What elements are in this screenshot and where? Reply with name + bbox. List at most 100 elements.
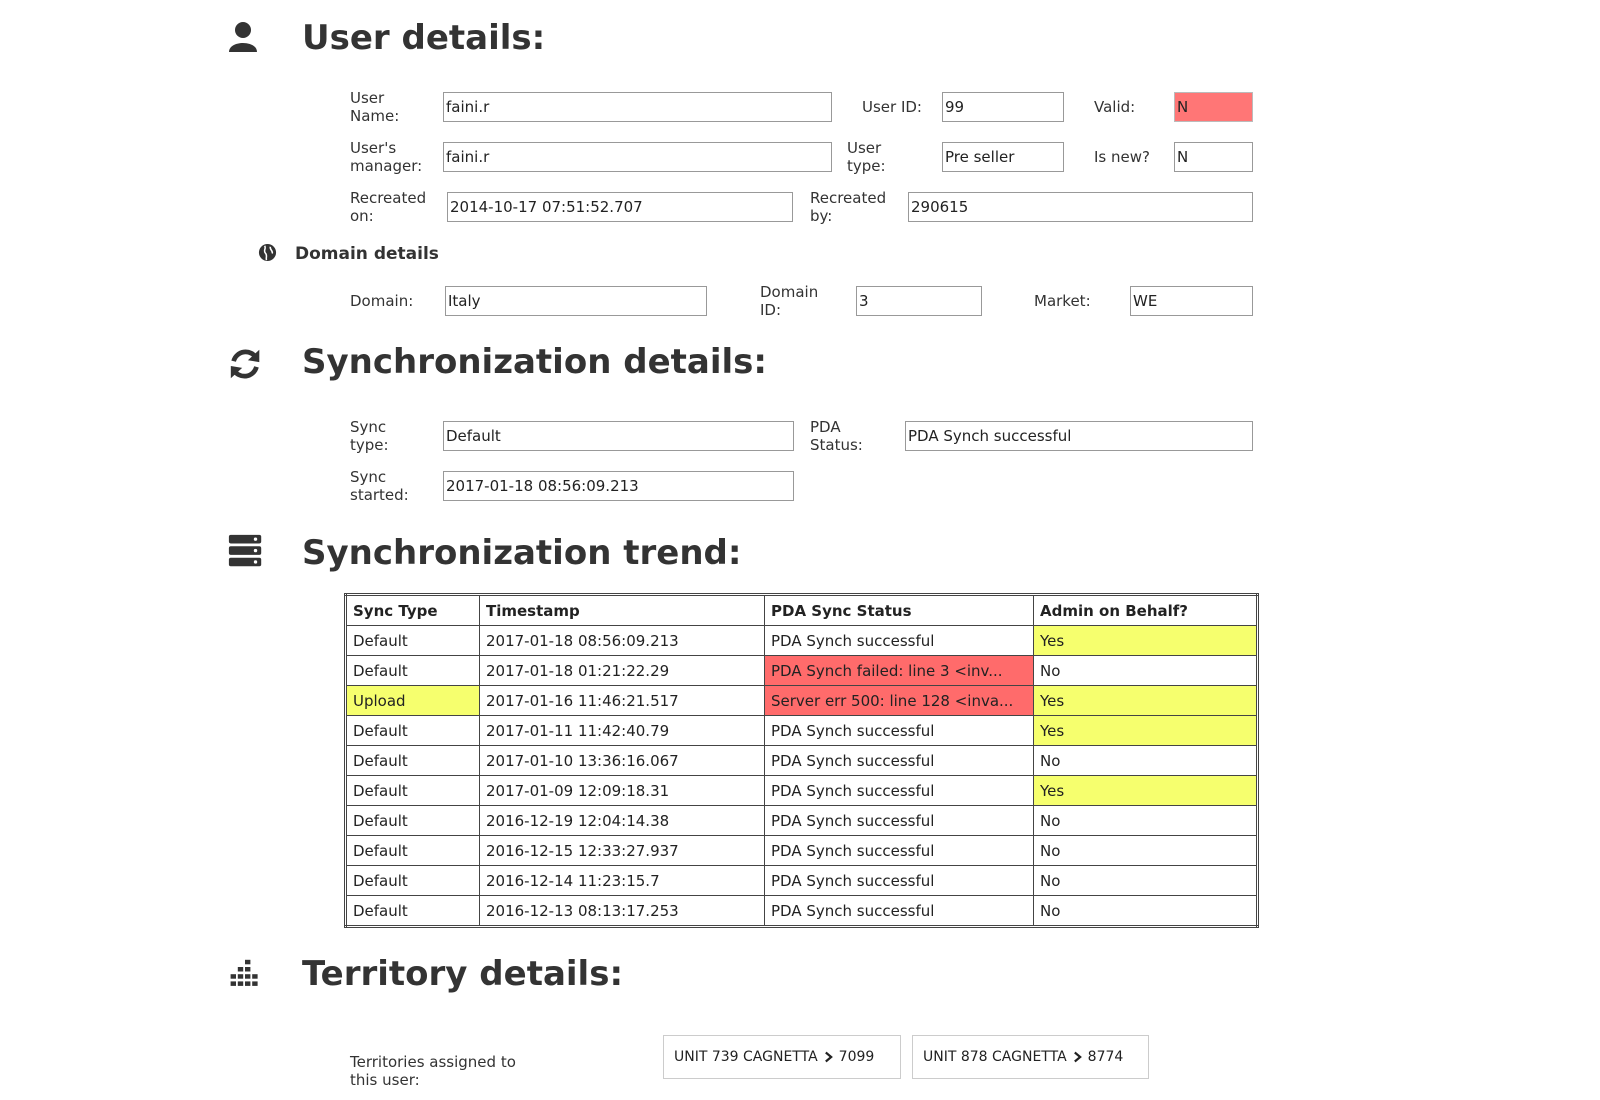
admin-on-behalf-cell: No [1033, 865, 1258, 896]
pda-status-cell: PDA Synch successful [764, 865, 1034, 896]
admin-on-behalf-cell: No [1033, 745, 1258, 776]
refresh-icon [230, 349, 260, 379]
table-row: Default 2017-01-18 08:56:09.213 PDA Synch … [345, 625, 1258, 656]
timestamp-cell: 2017-01-10 13:36:16.067 [479, 745, 765, 776]
market-field[interactable] [1130, 286, 1253, 316]
admin-on-behalf-cell: No [1033, 895, 1258, 927]
valid-label: Valid: [1094, 98, 1136, 116]
sync-started-label: Sync started: [350, 468, 409, 504]
territory-unit-label: UNIT 878 CAGNETTA [923, 1049, 1067, 1065]
pda-status-cell: PDA Synch successful [764, 715, 1034, 746]
userid-label: User ID: [862, 98, 922, 116]
territory-code-label: 8774 [1087, 1049, 1124, 1065]
column-header: Admin on Behalf? [1033, 594, 1258, 626]
sync-type-cell: Default [345, 745, 480, 776]
globe-icon [258, 243, 277, 262]
domain-field[interactable] [445, 286, 707, 316]
recreated-on-label: Recreated on: [350, 189, 427, 225]
sync-type-cell: Default [345, 715, 480, 746]
isnew-label: Is new? [1094, 148, 1150, 166]
recreated-by-label: Recreated by: [810, 189, 887, 225]
table-row: Default 2017-01-09 12:09:18.31 PDA Synch s… [345, 775, 1258, 806]
pda-status-cell: PDA Synch failed: line 3 <inv... [764, 655, 1034, 686]
timestamp-cell: 2017-01-18 08:56:09.213 [479, 625, 765, 656]
pda-status-cell: PDA Synch successful [764, 745, 1034, 776]
sync-type-cell: Upload [345, 685, 480, 716]
timestamp-cell: 2017-01-09 12:09:18.31 [479, 775, 765, 806]
market-label: Market: [1034, 292, 1091, 310]
timestamp-cell: 2016-12-19 12:04:14.38 [479, 805, 765, 836]
pda-status-cell: PDA Synch successful [764, 895, 1034, 927]
territory-button-unit-739[interactable]: UNIT 739 CAGNETTA 7099 [663, 1035, 901, 1079]
domain-label: Domain: [350, 292, 414, 310]
timestamp-cell: 2016-12-15 12:33:27.937 [479, 835, 765, 866]
table-header-row: Sync Type Timestamp PDA Sync Status Admi… [345, 594, 1258, 626]
sync-type-label: Sync type: [350, 418, 389, 454]
territory-code-label: 7099 [838, 1049, 875, 1065]
pda-status-cell: PDA Synch successful [764, 805, 1034, 836]
table-row: Default 2016-12-14 11:23:15.7 PDA Synch su… [345, 865, 1258, 896]
admin-on-behalf-cell: Yes [1033, 715, 1258, 746]
sync-type-cell: Default [345, 655, 480, 686]
chevron-right-icon [1073, 1051, 1082, 1063]
sync-trend-title: Synchronization trend: [302, 533, 742, 573]
timestamp-cell: 2017-01-11 11:42:40.79 [479, 715, 765, 746]
manager-label: User's manager: [350, 139, 423, 175]
table-row: Default 2017-01-11 11:42:40.79 PDA Synch s… [345, 715, 1258, 746]
column-header: PDA Sync Status [764, 594, 1034, 626]
recreated-on-field[interactable] [447, 192, 793, 222]
user-icon [229, 22, 257, 52]
timestamp-cell: 2016-12-14 11:23:15.7 [479, 865, 765, 896]
server-icon [228, 534, 262, 567]
domain-id-label: Domain ID: [760, 283, 819, 319]
admin-on-behalf-cell: Yes [1033, 685, 1258, 716]
territory-unit-label: UNIT 739 CAGNETTA [674, 1049, 818, 1065]
manager-field[interactable] [443, 142, 832, 172]
territory-details-title: Territory details: [302, 954, 624, 994]
admin-on-behalf-cell: Yes [1033, 625, 1258, 656]
pda-status-label: PDA Status: [810, 418, 863, 454]
admin-on-behalf-cell: No [1033, 655, 1258, 686]
sync-details-title: Synchronization details: [302, 342, 767, 382]
usertype-field[interactable] [942, 142, 1064, 172]
territory-button-unit-878[interactable]: UNIT 878 CAGNETTA 8774 [912, 1035, 1149, 1079]
table-row: Default 2016-12-15 12:33:27.937 PDA Synch … [345, 835, 1258, 866]
timestamp-cell: 2017-01-18 01:21:22.29 [479, 655, 765, 686]
pda-status-cell: PDA Synch successful [764, 835, 1034, 866]
territories-assigned-label: Territories assigned to this user: [350, 1053, 516, 1089]
table-row: Default 2016-12-13 08:13:17.253 PDA Synch … [345, 895, 1258, 927]
sync-type-cell: Default [345, 775, 480, 806]
pda-status-cell: Server err 500: line 128 <inva... [764, 685, 1034, 716]
table-row: Default 2017-01-18 01:21:22.29 PDA Synch f… [345, 655, 1258, 686]
pda-status-cell: PDA Synch successful [764, 775, 1034, 806]
sync-trend-rows: Default 2017-01-18 08:56:09.213 PDA Synch … [345, 625, 1258, 927]
sync-type-cell: Default [345, 835, 480, 866]
table-row: Default 2016-12-19 12:04:14.38 PDA Synch s… [345, 805, 1258, 836]
pda-status-cell: PDA Synch successful [764, 625, 1034, 656]
column-header: Sync Type [345, 594, 480, 626]
timestamp-cell: 2017-01-16 11:46:21.517 [479, 685, 765, 716]
sync-type-cell: Default [345, 625, 480, 656]
timestamp-cell: 2016-12-13 08:13:17.253 [479, 895, 765, 927]
username-field[interactable] [443, 92, 832, 122]
isnew-field[interactable] [1174, 142, 1253, 172]
username-label: User Name: [350, 89, 400, 125]
userid-field[interactable] [942, 92, 1064, 122]
sync-type-field[interactable] [443, 421, 794, 451]
sync-trend-table: Sync Type Timestamp PDA Sync Status Admi… [344, 593, 1259, 928]
sync-type-cell: Default [345, 805, 480, 836]
admin-on-behalf-cell: No [1033, 805, 1258, 836]
chevron-right-icon [824, 1051, 833, 1063]
sync-type-cell: Default [345, 865, 480, 896]
admin-on-behalf-cell: No [1033, 835, 1258, 866]
domain-details-title: Domain details [295, 244, 439, 264]
table-row: Upload 2017-01-16 11:46:21.517 Server err … [345, 685, 1258, 716]
pda-status-field[interactable] [905, 421, 1253, 451]
domain-id-field[interactable] [856, 286, 982, 316]
recreated-by-field[interactable] [908, 192, 1253, 222]
user-details-title: User details: [302, 18, 546, 58]
valid-field[interactable] [1174, 92, 1253, 122]
sync-started-field[interactable] [443, 471, 794, 501]
bar-chart-icon [230, 959, 258, 986]
admin-on-behalf-cell: Yes [1033, 775, 1258, 806]
